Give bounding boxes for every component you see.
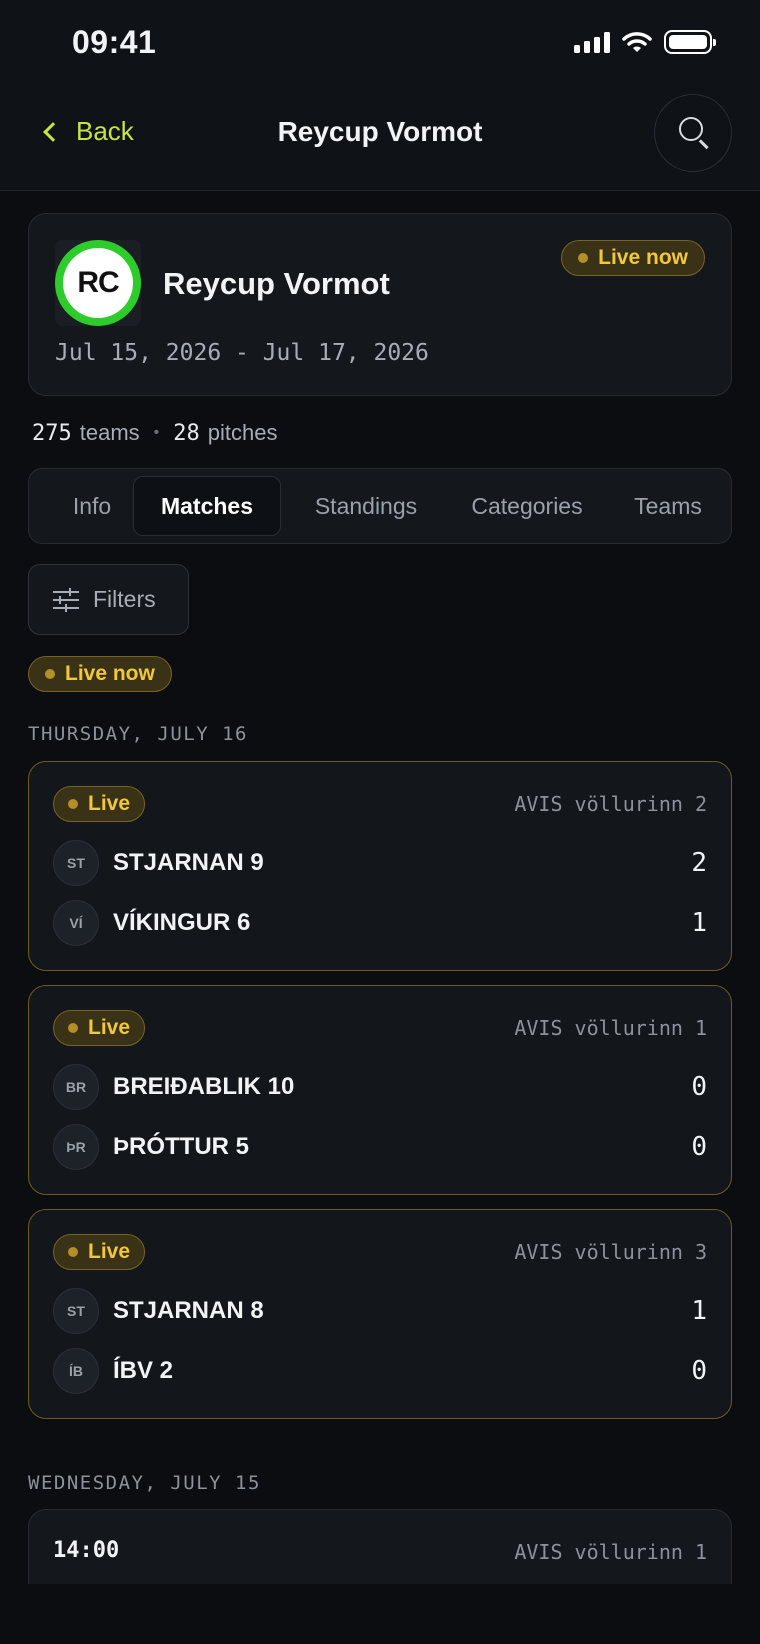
team-score: 0: [691, 1132, 707, 1162]
tab-matches[interactable]: Matches: [133, 476, 281, 536]
match-card[interactable]: Live AVIS völlurinn 1 BR BREIÐABLIK 10 0…: [28, 985, 732, 1195]
pitch-name: AVIS völlurinn 2: [514, 792, 707, 816]
match-card[interactable]: Live AVIS völlurinn 3 ST STJARNAN 8 1 ÍB…: [28, 1209, 732, 1419]
pitch-name: AVIS völlurinn 1: [514, 1540, 707, 1564]
filters-label: Filters: [93, 586, 156, 612]
team-score: 0: [691, 1072, 707, 1102]
status-bar: 09:41: [0, 0, 760, 86]
wifi-icon: [622, 32, 652, 52]
nav-header: Back Reycup Vormot: [0, 86, 760, 191]
home-team-row: ST STJARNAN 9 2: [53, 840, 707, 886]
live-now-badge: Live now: [561, 240, 705, 276]
search-icon: [679, 117, 703, 141]
live-dot-icon: [45, 669, 55, 679]
team-avatar: VÍ: [53, 900, 99, 946]
battery-icon: [664, 30, 716, 54]
sliders-icon: [53, 587, 79, 612]
kickoff-time: 14:00: [53, 1538, 120, 1563]
live-dot-icon: [578, 253, 589, 263]
tab-teams[interactable]: Teams: [613, 476, 723, 536]
away-team-row: ÞR ÞRÓTTUR 5 0: [53, 1124, 707, 1170]
section-header: THURSDAY, JULY 16: [28, 723, 248, 745]
teams-label: teams: [79, 420, 140, 445]
live-badge: Live: [53, 1234, 146, 1270]
team-score: 0: [691, 1356, 707, 1386]
tab-info[interactable]: Info: [47, 476, 137, 536]
live-badge: Live: [53, 1010, 146, 1046]
logo-text: RC: [63, 248, 133, 318]
page-title: Reycup Vormot: [277, 116, 483, 147]
pitch-name: AVIS völlurinn 1: [514, 1016, 707, 1040]
home-team-row: BR BREIÐABLIK 10 0: [53, 1064, 707, 1110]
team-score: 1: [691, 908, 707, 938]
status-time: 09:41: [72, 24, 157, 60]
pitch-name: AVIS völlurinn 3: [514, 1240, 707, 1264]
tournament-card: RC Reycup Vormot Jul 15, 2026 - Jul 17, …: [28, 213, 732, 396]
stats-separator: •: [153, 424, 160, 441]
filters-button[interactable]: Filters: [28, 564, 189, 635]
team-name: VÍKINGUR 6: [113, 909, 251, 936]
team-name: ÞRÓTTUR 5: [113, 1133, 250, 1160]
section-header: WEDNESDAY, JULY 15: [28, 1472, 261, 1494]
tournament-dates: Jul 15, 2026 - Jul 17, 2026: [55, 340, 429, 366]
pitches-count: 28: [173, 420, 200, 446]
pitches-label: pitches: [207, 420, 278, 445]
tab-standings[interactable]: Standings: [293, 476, 439, 536]
live-badge: Live: [53, 786, 146, 822]
tab-bar: Info Matches Standings Categories Teams: [28, 468, 732, 544]
tournament-logo: RC: [55, 240, 141, 326]
away-team-row: VÍ VÍKINGUR 6 1: [53, 900, 707, 946]
away-team-row: ÍB ÍBV 2 0: [53, 1348, 707, 1394]
team-score: 2: [691, 848, 707, 878]
search-button[interactable]: [654, 94, 732, 172]
team-name: BREIÐABLIK 10: [113, 1073, 295, 1100]
team-score: 1: [691, 1296, 707, 1326]
match-card[interactable]: Live AVIS völlurinn 2 ST STJARNAN 9 2 VÍ…: [28, 761, 732, 971]
live-dot-icon: [68, 799, 78, 809]
tournament-stats: 275 teams • 28 pitches: [32, 420, 278, 446]
live-dot-icon: [68, 1247, 78, 1257]
live-dot-icon: [68, 1023, 78, 1033]
team-avatar: ÞR: [53, 1124, 99, 1170]
team-avatar: ÍB: [53, 1348, 99, 1394]
team-avatar: BR: [53, 1064, 99, 1110]
cellular-signal-icon: [574, 31, 610, 53]
bottom-safe-area: [0, 1584, 760, 1644]
team-avatar: ST: [53, 1288, 99, 1334]
home-team-row: ST STJARNAN 8 1: [53, 1288, 707, 1334]
tournament-name: Reycup Vormot: [163, 266, 390, 301]
live-now-filter-chip[interactable]: Live now: [28, 656, 172, 692]
team-name: STJARNAN 9: [113, 849, 264, 876]
team-avatar: ST: [53, 840, 99, 886]
tab-categories[interactable]: Categories: [447, 476, 607, 536]
status-icons: [574, 30, 716, 54]
teams-count: 275: [32, 420, 72, 446]
team-name: STJARNAN 8: [113, 1297, 264, 1324]
team-name: ÍBV 2: [113, 1357, 174, 1384]
